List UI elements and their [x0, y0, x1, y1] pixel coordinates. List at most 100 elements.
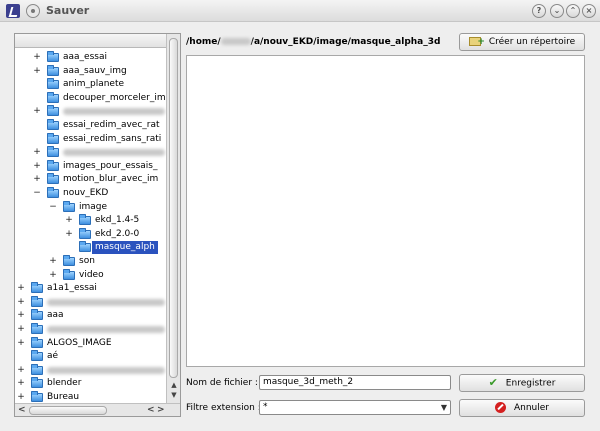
tree-item[interactable]: + [15, 146, 166, 159]
expand-icon[interactable]: + [17, 296, 25, 308]
filename-input[interactable]: masque_3d_meth_2 [259, 375, 451, 390]
tree-item[interactable]: + video [15, 269, 166, 282]
scroll-left-arrow-icon[interactable]: < [18, 405, 26, 415]
expand-icon[interactable]: + [17, 377, 25, 389]
folder-icon [47, 146, 59, 157]
tree-item-label: aaa_sauv_img [63, 66, 127, 76]
redacted-username [220, 38, 251, 45]
folder-icon [31, 309, 43, 320]
folder-icon [47, 119, 59, 130]
folder-icon [31, 296, 43, 307]
tree-item-label: essai_redim_avec_rat [63, 120, 160, 130]
maximize-button[interactable]: ⌃ [566, 4, 580, 18]
save-label: Enregistrer [505, 378, 556, 389]
folder-icon [63, 201, 75, 212]
expand-icon[interactable]: + [17, 309, 25, 321]
collapse-icon[interactable]: − [33, 187, 41, 199]
expand-icon[interactable]: + [49, 269, 57, 281]
tree-item[interactable]: + [15, 364, 166, 377]
help-button[interactable]: ? [532, 4, 546, 18]
tree-item-label: image [79, 202, 108, 212]
tree-horizontal-scroll-thumb[interactable] [29, 406, 107, 415]
tree-item[interactable]: + ekd_1.4-5 [15, 214, 166, 227]
redacted-folder-name [47, 326, 165, 333]
expand-icon[interactable]: + [33, 146, 41, 158]
expand-icon[interactable]: + [17, 364, 25, 376]
new-folder-icon [468, 34, 485, 50]
tree-item[interactable]: − image [15, 201, 166, 214]
folder-icon [47, 51, 59, 62]
tree-item[interactable]: + a1a1_essai [15, 282, 166, 295]
filename-label: Nom de fichier : [186, 378, 258, 388]
tree-item[interactable]: + [15, 323, 166, 336]
tree-item[interactable]: aé [15, 350, 166, 363]
scroll-right-arrow-icon[interactable]: > [157, 405, 165, 415]
tree-vertical-scroll-thumb[interactable] [169, 38, 178, 378]
window-title: Sauver [46, 4, 90, 17]
chevron-down-icon: ▼ [440, 403, 447, 412]
app-icon [6, 4, 20, 18]
tree-item[interactable]: + aaa_sauv_img [15, 65, 166, 78]
tree-item-label: motion_blur_avec_im [63, 174, 159, 184]
tree-item-label: images_pour_essais_ [63, 161, 158, 171]
close-button[interactable]: × [582, 4, 596, 18]
tree-item[interactable]: + Bureau [15, 391, 166, 403]
tree-item[interactable]: anim_planete [15, 78, 166, 91]
tree-item-label: nouv_EKD [63, 188, 109, 198]
scroll-up-arrow-icon[interactable]: ▲ [169, 381, 179, 389]
expand-icon[interactable]: + [33, 51, 41, 63]
folder-tree[interactable]: + aaa_essai + aaa_sauv_img anim_planete decou… [15, 49, 166, 403]
tree-item[interactable]: + [15, 296, 166, 309]
save-button[interactable]: ✔ Enregistrer [459, 374, 585, 392]
tree-item[interactable]: − nouv_EKD [15, 187, 166, 200]
filter-select[interactable]: * ▼ [259, 400, 451, 415]
tree-item[interactable]: masque_alph [15, 241, 166, 254]
minimize-button[interactable]: ⌄ [550, 4, 564, 18]
folder-icon [79, 214, 91, 225]
pin-icon[interactable] [26, 4, 40, 18]
expand-icon[interactable]: + [65, 228, 73, 240]
folder-tree-panel: + aaa_essai + aaa_sauv_img anim_planete decou… [14, 33, 181, 417]
scroll-down-arrow-icon[interactable]: ▼ [169, 391, 179, 399]
expand-icon[interactable]: + [49, 255, 57, 267]
tree-item[interactable]: + motion_blur_avec_im [15, 173, 166, 186]
expand-icon[interactable]: + [17, 391, 25, 403]
expand-icon[interactable]: + [17, 337, 25, 349]
folder-icon [31, 391, 43, 402]
redacted-folder-name [47, 367, 165, 374]
cancel-button[interactable]: Annuler [459, 399, 585, 417]
tree-item[interactable]: essai_redim_avec_rat [15, 119, 166, 132]
tree-item[interactable]: + aaa [15, 309, 166, 322]
tree-item[interactable]: + aaa_essai [15, 51, 166, 64]
redacted-folder-name [47, 299, 165, 306]
tree-item[interactable]: + son [15, 255, 166, 268]
tree-item[interactable]: + ekd_2.0-0 [15, 228, 166, 241]
tree-item[interactable]: + blender [15, 377, 166, 390]
expand-icon[interactable]: + [33, 65, 41, 77]
redacted-folder-name [63, 108, 165, 115]
tree-vertical-scrollbar[interactable]: ▲ ▼ [166, 34, 180, 403]
expand-icon[interactable]: + [33, 160, 41, 172]
tree-horizontal-scrollbar[interactable]: < < > [15, 403, 180, 416]
folder-icon [63, 255, 75, 266]
path-prefix: /home/ [186, 37, 221, 47]
collapse-icon[interactable]: − [49, 201, 57, 213]
current-path: /home/ /a/nouv_EKD/image/masque_alpha_3d [186, 37, 440, 47]
expand-icon[interactable]: + [17, 323, 25, 335]
expand-icon[interactable]: + [65, 214, 73, 226]
tree-item[interactable]: + images_pour_essais_ [15, 160, 166, 173]
expand-icon[interactable]: + [33, 173, 41, 185]
expand-icon[interactable]: + [33, 105, 41, 117]
tree-item[interactable]: decouper_morceler_im [15, 92, 166, 105]
tree-item[interactable]: essai_redim_sans_rati [15, 133, 166, 146]
tree-item[interactable]: + ALGOS_IMAGE [15, 337, 166, 350]
scroll-left-arrow-icon-2[interactable]: < [147, 405, 155, 415]
tree-item-label: Bureau [47, 392, 80, 402]
new-folder-button[interactable]: Créer un répertoire [459, 33, 585, 51]
title-bar: Sauver ? ⌄ ⌃ × [0, 0, 600, 22]
path-suffix: /a/nouv_EKD/image/masque_alpha_3d [250, 37, 441, 47]
checkmark-icon: ✔ [488, 376, 498, 389]
tree-item[interactable]: + [15, 105, 166, 118]
expand-icon[interactable]: + [17, 282, 25, 294]
filter-value: * [263, 402, 268, 412]
